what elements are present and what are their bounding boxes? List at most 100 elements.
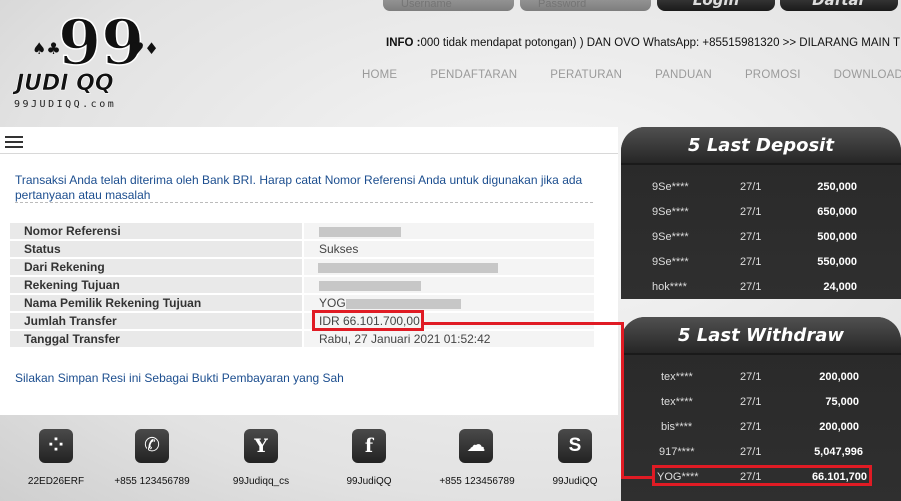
withdraw-user: tex**** — [661, 371, 693, 383]
register-button[interactable]: Daftar — [780, 0, 898, 11]
withdraw-row-highlight-box — [652, 465, 872, 486]
withdraw-amount: 200,000 — [819, 371, 859, 383]
info-ticker: INFO :000 tidak mendapat potongan) ) DAN… — [386, 37, 901, 53]
logo-graphic: 99 ♠♣ ♥♦ JUDI QQ 99JUDIQQ.com — [12, 5, 159, 110]
yahoo-icon[interactable]: Y — [244, 429, 278, 463]
deposit-amount: 650,000 — [817, 206, 857, 218]
skype-icon[interactable]: S — [558, 429, 592, 463]
row-value — [304, 277, 594, 293]
site-logo[interactable]: 99 ♠♣ ♥♦ JUDI QQ 99JUDIQQ.com — [10, 2, 180, 114]
svg-text:♠♣: ♠♣ — [32, 39, 61, 58]
table-row: Jumlah Transfer IDR 66.101.700,00 — [10, 313, 594, 329]
password-input[interactable] — [520, 0, 651, 11]
withdraw-date: 27/1 — [740, 446, 762, 458]
blackberry-icon[interactable]: ⁘ — [39, 429, 73, 463]
login-button[interactable]: Login — [657, 0, 775, 11]
nav-home[interactable]: HOME — [362, 69, 397, 81]
owner-name-prefix: YOG — [319, 296, 346, 310]
table-row: Dari Rekening — [10, 259, 594, 275]
facebook-icon[interactable]: f — [352, 429, 386, 463]
withdraw-amount: 5,047,996 — [814, 446, 863, 458]
list-item: hok**** 27/1 24,000 — [621, 274, 901, 299]
list-item: tex**** 27/1 75,000 — [621, 389, 901, 414]
row-label: Tanggal Transfer — [10, 331, 302, 347]
table-row: Nama Pemilik Rekening Tujuan YOG — [10, 295, 594, 311]
list-item: tex**** 27/1 200,000 — [621, 364, 901, 389]
row-value — [304, 223, 594, 239]
notice-separator — [15, 202, 593, 203]
table-row: Status Sukses — [10, 241, 594, 257]
connector-line — [621, 322, 624, 479]
nav-promosi[interactable]: PROMOSI — [745, 69, 801, 81]
row-label: Status — [10, 241, 302, 257]
nav-download-apk[interactable]: DOWNLOAD APK — [834, 69, 901, 81]
row-value: Sukses — [304, 241, 594, 257]
contact-label: +855 123456789 — [114, 476, 190, 487]
username-input[interactable] — [383, 0, 514, 11]
connector-line — [424, 322, 624, 325]
connector-line — [621, 476, 655, 479]
withdraw-user: 917**** — [659, 446, 695, 458]
table-row: Tanggal Transfer Rabu, 27 Januari 2021 0… — [10, 331, 594, 347]
withdraw-user: tex**** — [661, 396, 693, 408]
panel-divider — [0, 153, 618, 154]
deposit-date: 27/1 — [740, 181, 762, 193]
contact-label: 99JudiQQ — [346, 476, 392, 487]
deposit-date: 27/1 — [740, 281, 762, 293]
deposit-amount: 550,000 — [817, 256, 857, 268]
list-item: 9Se**** 27/1 250,000 — [621, 174, 901, 199]
row-label: Dari Rekening — [10, 259, 302, 275]
receipt-details-table: Nomor Referensi Status Sukses Dari Reken… — [10, 221, 594, 349]
svg-text:♥♦: ♥♦ — [130, 39, 159, 58]
row-label: Nama Pemilik Rekening Tujuan — [10, 295, 302, 311]
contact-label: 22ED26ERF — [27, 476, 85, 487]
deposit-date: 27/1 — [740, 231, 762, 243]
withdraw-date: 27/1 — [740, 396, 762, 408]
nav-panduan[interactable]: PANDUAN — [655, 69, 712, 81]
deposit-user: 9Se**** — [652, 256, 689, 268]
row-value: YOG — [304, 295, 594, 311]
deposit-amount: 24,000 — [823, 281, 857, 293]
wechat-icon[interactable]: ☁ — [459, 429, 493, 463]
withdraw-date: 27/1 — [740, 371, 762, 383]
receipt-notice: Transaksi Anda telah diterima oleh Bank … — [15, 173, 583, 202]
main-nav: HOME PENDAFTARAN PERATURAN PANDUAN PROMO… — [362, 69, 901, 81]
deposit-amount: 250,000 — [817, 181, 857, 193]
list-item: 9Se**** 27/1 550,000 — [621, 249, 901, 274]
save-receipt-note: Silakan Simpan Resi ini Sebagai Bukti Pe… — [15, 371, 344, 385]
withdraw-user: bis**** — [661, 421, 693, 433]
nav-pendaftaran[interactable]: PENDAFTARAN — [430, 69, 517, 81]
row-value — [304, 259, 594, 275]
deposit-user: hok**** — [652, 281, 687, 293]
list-item: 9Se**** 27/1 500,000 — [621, 224, 901, 249]
table-row: Rekening Tujuan — [10, 277, 594, 293]
row-label: Jumlah Transfer — [10, 313, 302, 329]
contact-label: 99Judiqq_cs — [232, 476, 290, 487]
info-text: 000 tidak mendapat potongan) ) DAN OVO W… — [420, 37, 901, 49]
deposit-date: 27/1 — [740, 206, 762, 218]
row-value: Rabu, 27 Januari 2021 01:52:42 — [304, 331, 594, 347]
deposit-date: 27/1 — [740, 256, 762, 268]
deposit-amount: 500,000 — [817, 231, 857, 243]
contact-label: +855 123456789 — [439, 476, 515, 487]
phone-icon[interactable]: ✆ — [135, 429, 169, 463]
list-item: bis**** 27/1 200,000 — [621, 414, 901, 439]
deposit-user: 9Se**** — [652, 181, 689, 193]
login-form — [383, 0, 657, 12]
deposit-title: 5 Last Deposit — [621, 127, 901, 165]
contact-label: 99JudiQQ — [552, 476, 598, 487]
svg-text:JUDI QQ: JUDI QQ — [12, 71, 114, 96]
nav-peraturan[interactable]: PERATURAN — [550, 69, 622, 81]
last-deposit-box: 5 Last Deposit 9Se**** 27/1 250,000 9Se*… — [621, 127, 901, 299]
redacted-value — [319, 226, 401, 237]
row-label: Rekening Tujuan — [10, 277, 302, 293]
list-item: 9Se**** 27/1 650,000 — [621, 199, 901, 224]
withdraw-date: 27/1 — [740, 421, 762, 433]
row-label: Nomor Referensi — [10, 223, 302, 239]
redacted-value — [318, 262, 498, 273]
info-label: INFO : — [386, 37, 421, 49]
hamburger-menu-icon[interactable] — [5, 136, 23, 148]
withdraw-amount: 75,000 — [825, 396, 859, 408]
table-row: Nomor Referensi — [10, 223, 594, 239]
deposit-user: 9Se**** — [652, 206, 689, 218]
